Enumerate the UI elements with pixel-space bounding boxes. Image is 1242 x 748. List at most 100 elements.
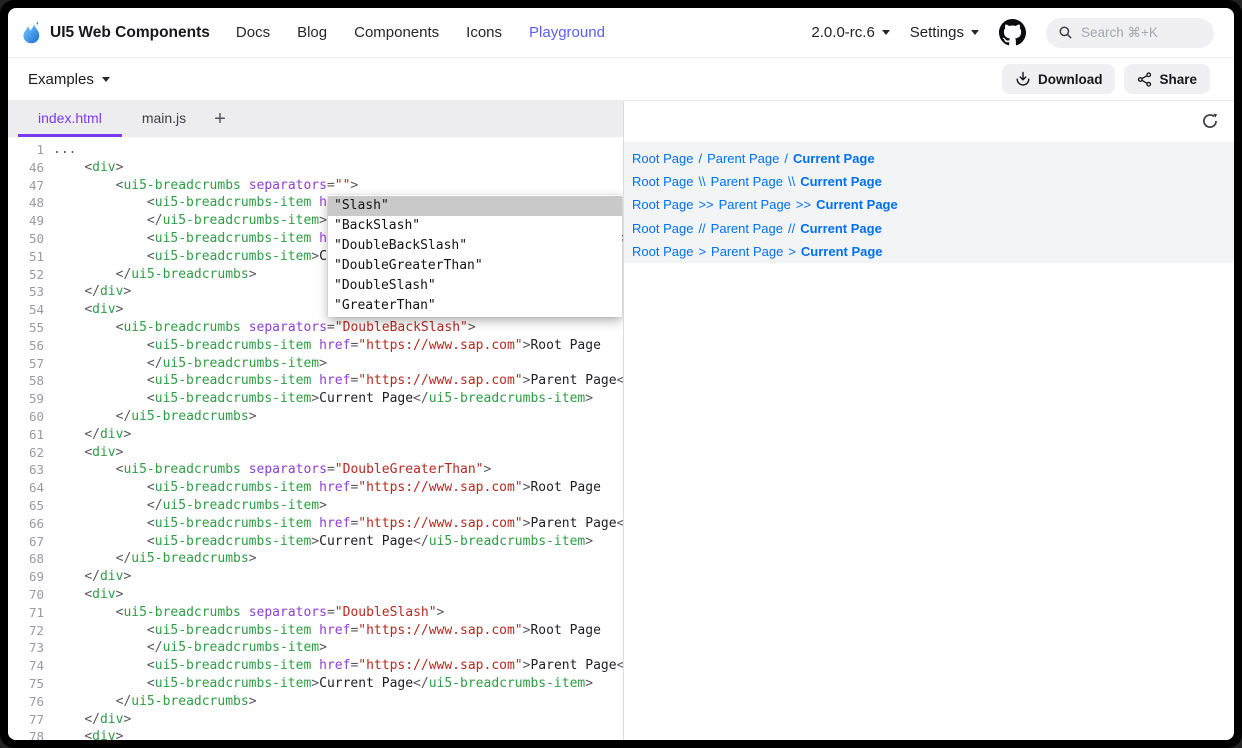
- tab-index.html[interactable]: index.html: [18, 101, 122, 137]
- breadcrumb-link[interactable]: Root Page: [632, 221, 693, 236]
- main-split: index.htmlmain.js + 1...46 <div>47 <ui5-…: [8, 101, 1234, 740]
- line-number: 62: [8, 444, 44, 462]
- line-number: 78: [8, 728, 44, 740]
- download-icon: [1015, 71, 1031, 87]
- line-content: <div>: [44, 728, 123, 740]
- breadcrumb-link[interactable]: Parent Page: [707, 151, 779, 166]
- breadcrumb-current: Current Page: [800, 174, 882, 189]
- breadcrumb-link[interactable]: Parent Page: [711, 221, 783, 236]
- autocomplete-popup: "Slash""BackSlash""DoubleBackSlash""Doub…: [328, 195, 622, 317]
- line-content: </ui5-breadcrumbs-item>: [44, 497, 327, 515]
- search-icon: [1058, 25, 1073, 40]
- autocomplete-item[interactable]: "BackSlash": [328, 216, 622, 236]
- code-line: 73 </ui5-breadcrumbs-item>: [8, 639, 623, 657]
- refresh-icon[interactable]: [1201, 112, 1219, 130]
- search-input[interactable]: Search ⌘+K: [1046, 18, 1214, 48]
- share-button[interactable]: Share: [1124, 64, 1210, 94]
- autocomplete-item[interactable]: "DoubleSlash": [328, 276, 622, 296]
- nav-item-blog[interactable]: Blog: [297, 24, 327, 41]
- breadcrumb-current: Current Page: [801, 244, 883, 259]
- breadcrumb-link[interactable]: Root Page: [632, 197, 693, 212]
- line-content: </ui5-breadcrumbs>: [44, 266, 257, 284]
- breadcrumb-link[interactable]: Root Page: [632, 174, 693, 189]
- breadcrumb-current: Current Page: [800, 221, 882, 236]
- line-number: 54: [8, 301, 44, 319]
- breadcrumb-row: Root Page//Parent Page//Current Page: [632, 217, 1226, 240]
- autocomplete-item[interactable]: "GreaterThan": [328, 296, 622, 316]
- line-number: 53: [8, 283, 44, 301]
- nav-item-playground[interactable]: Playground: [529, 24, 605, 41]
- line-content: <ui5-breadcrumbs-item>Current Page</ui5-…: [44, 533, 593, 551]
- breadcrumb-row: Root Page/Parent Page/Current Page: [632, 147, 1226, 170]
- line-number: 63: [8, 461, 44, 479]
- breadcrumb-row: Root Page\\Parent Page\\Current Page: [632, 170, 1226, 193]
- code-line: 62 <div>: [8, 444, 623, 462]
- line-content: <div>: [44, 586, 123, 604]
- examples-label: Examples: [28, 71, 94, 88]
- line-content: <ui5-breadcrumbs-item href="https://www.…: [44, 515, 623, 533]
- code-line: 75 <ui5-breadcrumbs-item>Current Page</u…: [8, 675, 623, 693]
- code-line: 66 <ui5-breadcrumbs-item href="https://w…: [8, 515, 623, 533]
- breadcrumb-link[interactable]: Root Page: [632, 244, 693, 259]
- code-line: 47 <ui5-breadcrumbs separators="">: [8, 177, 623, 195]
- breadcrumb-row: Root Page>Parent Page>Current Page: [632, 240, 1226, 263]
- code-line: 77 </div>: [8, 711, 623, 729]
- version-dropdown[interactable]: 2.0.0-rc.6: [811, 24, 889, 41]
- tab-main.js[interactable]: main.js: [122, 101, 206, 137]
- line-number: 49: [8, 212, 44, 230]
- code-line: 1...: [8, 141, 623, 159]
- share-icon: [1137, 72, 1152, 87]
- version-label: 2.0.0-rc.6: [811, 24, 874, 41]
- breadcrumb-link[interactable]: Parent Page: [711, 174, 783, 189]
- code-line: 56 <ui5-breadcrumbs-item href="https://w…: [8, 337, 623, 355]
- line-content: <div>: [44, 159, 123, 177]
- breadcrumb-current: Current Page: [816, 197, 898, 212]
- line-content: <ui5-breadcrumbs separators="DoubleGreat…: [44, 461, 491, 479]
- line-content: <ui5-breadcrumbs-item>Current Page</ui5-…: [44, 675, 593, 693]
- chevron-down-icon: [102, 77, 110, 82]
- settings-dropdown[interactable]: Settings: [910, 24, 979, 41]
- nav-item-icons[interactable]: Icons: [466, 24, 502, 41]
- site-header: UI5 Web Components Docs Blog Components Ico…: [8, 8, 1234, 58]
- code-line: 61 </div>: [8, 426, 623, 444]
- code-line: 60 </ui5-breadcrumbs>: [8, 408, 623, 426]
- line-number: 69: [8, 568, 44, 586]
- line-content: <ui5-breadcrumbs-item>Current Page</ui5-…: [44, 390, 593, 408]
- autocomplete-item[interactable]: "Slash": [328, 196, 622, 216]
- preview-output: Root Page/Parent Page/Current PageRoot P…: [624, 142, 1234, 263]
- line-number: 70: [8, 586, 44, 604]
- breadcrumb-separator: >>: [796, 197, 811, 212]
- preview-topbar: [624, 101, 1234, 142]
- code-line: 67 <ui5-breadcrumbs-item>Current Page</u…: [8, 533, 623, 551]
- examples-dropdown[interactable]: Examples: [28, 71, 110, 88]
- code-line: 78 <div>: [8, 728, 623, 740]
- github-icon[interactable]: [999, 19, 1026, 46]
- line-number: 60: [8, 408, 44, 426]
- brand[interactable]: UI5 Web Components: [20, 20, 210, 46]
- code-line: 76 </ui5-breadcrumbs>: [8, 693, 623, 711]
- preview-pane: Root Page/Parent Page/Current PageRoot P…: [624, 101, 1234, 740]
- line-number: 74: [8, 657, 44, 675]
- code-line: 57 </ui5-breadcrumbs-item>: [8, 355, 623, 373]
- code-area[interactable]: 1...46 <div>47 <ui5-breadcrumbs separato…: [8, 137, 623, 740]
- add-tab-button[interactable]: +: [206, 101, 234, 137]
- line-content: </div>: [44, 568, 131, 586]
- code-line: 65 </ui5-breadcrumbs-item>: [8, 497, 623, 515]
- line-number: 67: [8, 533, 44, 551]
- breadcrumb-link[interactable]: Root Page: [632, 151, 693, 166]
- line-content: <ui5-breadcrumbs-item href="https://www.…: [44, 479, 601, 497]
- code-line: 55 <ui5-breadcrumbs separators="DoubleBa…: [8, 319, 623, 337]
- breadcrumb-link[interactable]: Parent Page: [711, 244, 783, 259]
- breadcrumb-link[interactable]: Parent Page: [719, 197, 791, 212]
- download-button[interactable]: Download: [1002, 64, 1116, 94]
- nav-item-docs[interactable]: Docs: [236, 24, 270, 41]
- code-line: 69 </div>: [8, 568, 623, 586]
- browser-frame: UI5 Web Components Docs Blog Components Ico…: [0, 0, 1242, 748]
- autocomplete-item[interactable]: "DoubleGreaterThan": [328, 256, 622, 276]
- editor-tabbar: index.htmlmain.js +: [8, 101, 623, 137]
- code-editor: index.htmlmain.js + 1...46 <div>47 <ui5-…: [8, 101, 624, 740]
- nav-item-components[interactable]: Components: [354, 24, 439, 41]
- autocomplete-item[interactable]: "DoubleBackSlash": [328, 236, 622, 256]
- app-window: UI5 Web Components Docs Blog Components Ico…: [8, 8, 1234, 740]
- line-content: <ui5-breadcrumbs separators="">: [44, 177, 358, 195]
